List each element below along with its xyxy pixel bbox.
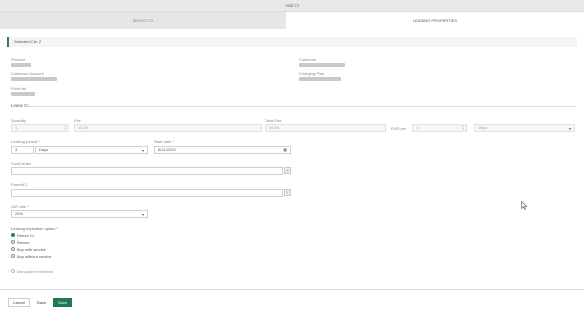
leasing-period-unit-select[interactable]: Days ▾	[35, 146, 148, 154]
eur-per-unit-value: Days	[478, 125, 488, 130]
eur-per-unit-select[interactable]: Days ▾	[474, 124, 575, 132]
radio-dot	[11, 240, 15, 245]
eur-per-input[interactable]: 1 ▴ ▾	[412, 124, 467, 132]
start-date-label: Start date *	[154, 139, 175, 144]
radio-label: Buy without service	[17, 254, 52, 259]
window-title: Add CI	[0, 0, 584, 12]
total-fee-label: Total Fee	[265, 118, 282, 123]
leasing-period-label: Leasing period *	[11, 139, 40, 144]
product-label: Product	[11, 57, 25, 62]
vat-rate-value: 25%	[15, 211, 24, 216]
radio-buy-without-service[interactable]: Buy without service	[11, 254, 51, 259]
eur-per-label: EUR per	[391, 126, 407, 131]
back-button[interactable]: Back	[33, 298, 50, 307]
price-list-label: Price list	[11, 86, 27, 91]
radio-label: Buy with service	[17, 247, 46, 252]
radio-label: Renew	[17, 240, 30, 245]
customer-account-label: Customer Account	[11, 71, 44, 76]
footer-bar: Cancel Back Save	[0, 289, 584, 314]
lease-ci-heading: Lease CI	[11, 103, 29, 108]
customer-account-value-blurred	[11, 77, 57, 81]
quantity-input[interactable]: 1 ▴ ▾	[11, 124, 69, 132]
cost-center-label: CostCenter	[11, 161, 32, 166]
chevron-down-icon: ▾	[141, 212, 144, 217]
product-value-blurred	[11, 63, 31, 67]
fee-label: Fee	[74, 118, 81, 123]
leasing-period-value: 3	[15, 147, 18, 152]
manually-terminated-checkbox[interactable]: Manually terminated	[11, 269, 53, 274]
parent-ci-label: ParentCI	[11, 182, 27, 187]
radio-dot	[11, 247, 15, 252]
parent-ci-input[interactable]	[11, 189, 283, 197]
eur-per-value: 1	[416, 125, 419, 130]
radio-dot	[11, 254, 15, 259]
cancel-button[interactable]: Cancel	[8, 298, 30, 307]
selected-cis-bar: Selected CIs: 2	[7, 37, 577, 47]
fee-input[interactable]: 10.00	[74, 124, 262, 132]
tab-select-ci[interactable]: SELECT CI	[0, 12, 286, 29]
radio-label: Return CI	[17, 233, 35, 238]
radio-dot	[11, 233, 15, 238]
expiration-option-label: Leasing expiration option *	[11, 226, 59, 231]
charging-plan-label: Charging Plan	[299, 71, 325, 76]
charging-plan-value-blurred	[299, 77, 341, 81]
calendar-icon[interactable]: ▦	[283, 147, 287, 153]
quantity-value: 1	[15, 125, 18, 130]
leasing-period-unit-value: Days	[39, 147, 49, 152]
start-date-input[interactable]: 6/21/2022 ▦	[154, 146, 291, 154]
customer-label: Customer	[299, 57, 317, 62]
section-divider	[28, 106, 576, 107]
cost-center-input[interactable]	[11, 167, 283, 175]
total-fee-value: 10.00	[269, 125, 280, 130]
tab-bar: SELECT CI LEASING PROPERTIES	[0, 12, 584, 29]
radio-buy-with-service[interactable]: Buy with service	[11, 247, 46, 252]
radio-return-ci[interactable]: Return CI	[11, 233, 34, 238]
total-fee-input[interactable]: 10.00	[265, 124, 386, 132]
quantity-label: Quantity	[11, 118, 26, 123]
customer-value-blurred	[299, 63, 345, 67]
chevron-down-icon: ▾	[141, 148, 144, 153]
leasing-period-input[interactable]: 3	[11, 146, 34, 154]
save-button[interactable]: Save	[53, 298, 72, 307]
lookup-icon[interactable]: ≡	[284, 189, 291, 196]
vat-rate-select[interactable]: 25% ▾	[11, 210, 148, 218]
form-content	[0, 29, 584, 285]
spinner-icon: ▴ ▾	[64, 124, 66, 131]
tab-leasing-properties[interactable]: LEASING PROPERTIES	[286, 12, 584, 29]
mouse-pointer-icon	[521, 201, 528, 210]
radio-renew[interactable]: Renew	[11, 240, 29, 245]
price-list-value-blurred	[11, 92, 35, 96]
spinner-icon: ▴ ▾	[462, 124, 464, 131]
chevron-down-icon: ▾	[568, 126, 571, 131]
checkbox-label: Manually terminated	[17, 269, 54, 274]
fee-value: 10.00	[78, 125, 89, 130]
start-date-value: 6/21/2022	[158, 147, 176, 152]
lookup-icon[interactable]: ≡	[284, 167, 291, 174]
vat-rate-label: VAT rate *	[11, 204, 29, 209]
checkbox-box	[11, 269, 15, 274]
